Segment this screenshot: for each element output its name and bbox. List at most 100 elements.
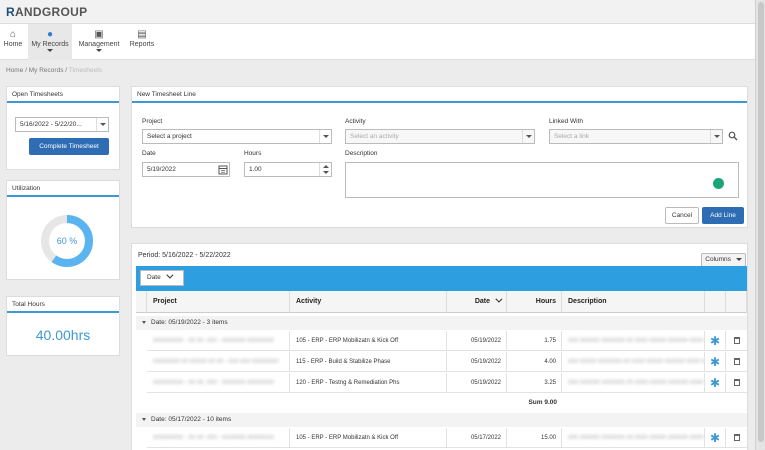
- nav-my-records[interactable]: ● My Records: [28, 24, 72, 60]
- briefcase-icon: ▣: [94, 29, 104, 40]
- table-row[interactable]: ######## ## ##### ## ## - ### ### ######…: [147, 352, 747, 372]
- group-row[interactable]: Date: 05/19/2022 - 3 items: [136, 316, 747, 330]
- sort-desc-icon: [495, 295, 503, 303]
- cell-activity: 105 - ERP - ERP Mobilizatn & Kick Off: [290, 428, 447, 448]
- chevron-down-icon: [735, 257, 742, 261]
- open-timesheets-panel: Open Timesheets 5/16/2022 - 5/22/20... C…: [6, 86, 120, 170]
- trash-icon[interactable]: [726, 373, 747, 393]
- chevron-down-icon: [96, 118, 108, 131]
- calendar-icon[interactable]: [218, 164, 228, 175]
- group-label: Date: 05/19/2022 - 3 items: [151, 319, 228, 326]
- breadcrumb-home[interactable]: Home: [6, 67, 23, 74]
- user-icon: ●: [46, 29, 54, 40]
- asterisk-icon[interactable]: ✱: [705, 331, 726, 351]
- add-line-button[interactable]: Add Line: [702, 207, 744, 224]
- hours-stepper-value: 1.00: [249, 166, 262, 173]
- scrollbar-thumb[interactable]: [758, 2, 764, 442]
- date-input[interactable]: 5/19/2022: [142, 162, 230, 177]
- hours-stepper[interactable]: 1.00: [244, 162, 332, 177]
- group-by-date-chip[interactable]: Date: [140, 270, 184, 286]
- project-select-value: Select a project: [147, 133, 192, 140]
- chevron-down-icon: [710, 130, 722, 143]
- chevron-down-icon: [47, 49, 53, 52]
- asterisk-icon[interactable]: ✱: [705, 352, 726, 372]
- top-bar: RANDGROUP: [0, 0, 755, 24]
- cell-hours: 1.75: [507, 331, 562, 351]
- asterisk-icon[interactable]: ✱: [705, 373, 726, 393]
- open-timesheets-title: Open Timesheets: [7, 87, 119, 103]
- chevron-down-icon: [319, 130, 331, 143]
- page-scrollbar[interactable]: [755, 0, 765, 450]
- nav-management-label: Management: [78, 41, 120, 48]
- nav-home[interactable]: ⌂ Home: [0, 24, 26, 60]
- nav-reports-label: Reports: [129, 41, 155, 48]
- chevron-down-icon: [166, 271, 174, 279]
- nav-management[interactable]: ▣ Management: [74, 24, 124, 60]
- utilization-donut: 60 %: [37, 211, 97, 271]
- trash-icon[interactable]: [726, 352, 747, 372]
- cell-activity: 120 - ERP - Testng & Remediation Phs: [290, 373, 447, 393]
- description-textarea[interactable]: [345, 162, 739, 198]
- timesheet-select-value: 5/16/2022 - 5/22/20...: [20, 121, 82, 128]
- group-sum: Sum 9.00: [528, 399, 557, 406]
- header-activity[interactable]: Activity: [290, 291, 447, 313]
- trash-icon[interactable]: [726, 428, 747, 448]
- cell-project: ######### - ## ##. ### - ####### #######…: [147, 373, 290, 393]
- complete-timesheet-button[interactable]: Complete Timesheet: [29, 138, 109, 155]
- chevron-down-icon[interactable]: [323, 171, 329, 174]
- header-description[interactable]: Description: [562, 291, 705, 313]
- header-project[interactable]: Project: [147, 291, 290, 313]
- new-timesheet-line-panel: New Timesheet Line Project Select a proj…: [131, 86, 748, 228]
- header-action-2: [726, 291, 747, 313]
- project-label: Project: [142, 118, 163, 125]
- project-select[interactable]: Select a project: [142, 129, 332, 144]
- main-nav: ⌂ Home ● My Records ▣ Management ▤ Repor…: [0, 24, 755, 60]
- app-logo[interactable]: RANDGROUP: [6, 5, 87, 19]
- group-by-date-label: Date: [147, 274, 161, 281]
- table-row[interactable]: ######### - ## ##. ### - ####### #######…: [147, 331, 747, 351]
- total-hours-value: 40.00hrs: [35, 327, 91, 343]
- asterisk-icon[interactable]: ✱: [705, 428, 726, 448]
- cell-activity: 115 - ERP - Build & Stabilize Phase: [290, 352, 447, 372]
- period-label: Period: 5/16/2022 - 5/22/2022: [138, 252, 231, 259]
- search-icon[interactable]: [728, 131, 738, 141]
- group-row[interactable]: Date: 05/17/2022 - 10 items: [136, 413, 747, 427]
- breadcrumb-current: Timesheets: [68, 67, 103, 74]
- header-action-1: [705, 291, 726, 313]
- collapse-icon[interactable]: [142, 320, 146, 324]
- cell-project: ######### - ## ##. ### - ####### #######…: [147, 428, 290, 448]
- cell-project: ######## ## ##### ## ## - ### ### ######…: [147, 352, 290, 372]
- utilization-panel: Utilization 60 %: [6, 180, 120, 280]
- grammar-assist-icon[interactable]: [713, 178, 724, 189]
- collapse-icon[interactable]: [142, 417, 146, 421]
- chevron-up-icon[interactable]: [323, 165, 329, 168]
- group-sum-row: Sum 9.00: [147, 396, 747, 410]
- new-line-title: New Timesheet Line: [132, 87, 747, 103]
- cell-date: 05/17/2022: [447, 428, 507, 448]
- chevron-down-icon: [96, 49, 102, 52]
- nav-reports[interactable]: ▤ Reports: [126, 24, 158, 60]
- total-hours-title: Total Hours: [7, 297, 119, 313]
- linked-with-select[interactable]: Select a link: [549, 129, 723, 144]
- total-hours-panel: Total Hours 40.00hrs: [6, 296, 120, 356]
- header-hours[interactable]: Hours: [507, 291, 562, 313]
- columns-button[interactable]: Columns: [701, 253, 746, 267]
- stepper-arrows[interactable]: [319, 163, 331, 176]
- hours-label: Hours: [244, 150, 262, 157]
- columns-button-label: Columns: [705, 256, 731, 263]
- group-label: Date: 05/17/2022 - 10 items: [151, 416, 232, 423]
- activity-label: Activity: [345, 118, 366, 125]
- table-row[interactable]: ######### - ## ##. ### - ####### #######…: [147, 428, 747, 448]
- activity-select[interactable]: Select an activity: [345, 129, 535, 144]
- trash-icon[interactable]: [726, 331, 747, 351]
- cell-hours: 3.25: [507, 373, 562, 393]
- cell-description: ### ###### ####### ## #### ##### ###### …: [562, 428, 705, 448]
- timesheet-select[interactable]: 5/16/2022 - 5/22/20...: [15, 117, 109, 132]
- table-row[interactable]: ######### - ## ##. ### - ####### #######…: [147, 373, 747, 393]
- cancel-button[interactable]: Cancel: [665, 207, 699, 224]
- book-icon: ▤: [137, 29, 147, 40]
- utilization-title: Utilization: [7, 181, 119, 197]
- activity-select-value: Select an activity: [350, 133, 399, 140]
- header-date[interactable]: Date: [447, 291, 507, 313]
- breadcrumb-my-records[interactable]: My Records: [29, 67, 64, 74]
